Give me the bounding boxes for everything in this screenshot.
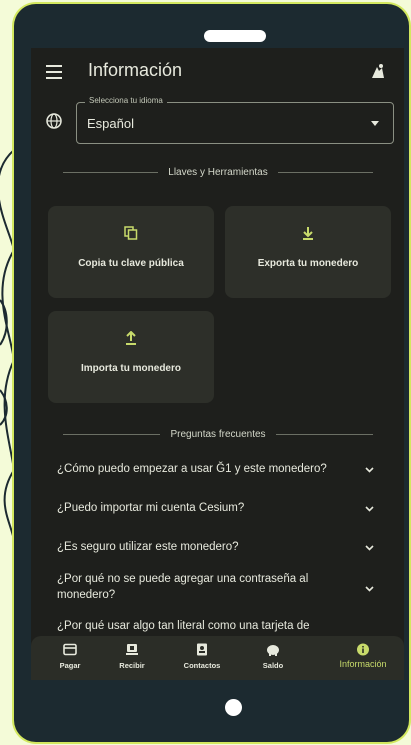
nav-label-contactos: Contactos: [183, 661, 221, 670]
nav-item-contactos[interactable]: Contactos: [169, 640, 235, 676]
chevron-down-icon: [365, 467, 374, 473]
nav-label-saldo: Saldo: [262, 661, 284, 670]
chevron-down-icon: [365, 506, 374, 512]
chevron-down-icon: [365, 586, 374, 592]
globe-icon: [46, 113, 62, 129]
tools-section-title: Llaves y Herramientas: [168, 166, 268, 178]
nav-label-pagar: Pagar: [59, 661, 81, 670]
chevron-down-icon: [365, 545, 374, 551]
faq-question: ¿Por qué no se puede agregar una contras…: [57, 573, 309, 601]
download-icon: [303, 227, 313, 240]
language-select-label: Selecciona tu idioma: [85, 96, 167, 105]
receive-icon: [126, 644, 138, 655]
faq-question: ¿Por qué usar algo tan literal como una …: [57, 620, 310, 632]
faq-question: ¿Cómo puedo empezar a usar Ğ1 y este mon…: [57, 463, 327, 475]
copy-public-key-label: Copia tu clave pública: [78, 258, 184, 269]
piggy-bank-icon: [267, 645, 279, 656]
nav-item-informacion[interactable]: Información: [330, 640, 396, 676]
nav-item-saldo[interactable]: Saldo: [240, 640, 306, 676]
app-screen: Información Selecciona tu idioma Español…: [31, 48, 404, 680]
export-wallet-card[interactable]: Exporta tu monedero: [225, 206, 391, 298]
contacts-icon: [197, 643, 207, 656]
import-wallet-card[interactable]: Importa tu monedero: [48, 311, 214, 403]
nav-label-recibir: Recibir: [119, 661, 145, 670]
nav-item-recibir[interactable]: Recibir: [99, 640, 165, 676]
tools-section-header: Llaves y Herramientas: [63, 165, 374, 179]
dropdown-arrow-icon: [371, 121, 379, 126]
info-icon: [357, 643, 369, 656]
card-icon: [63, 643, 77, 656]
language-select-value: Español: [87, 116, 134, 131]
faq-question: ¿Puedo importar mi cuenta Cesium?: [57, 502, 245, 514]
upload-icon: [126, 331, 136, 345]
page-title: Información: [88, 60, 183, 80]
faq-question: ¿Es seguro utilizar este monedero?: [57, 541, 239, 553]
phone-speaker: [204, 30, 266, 42]
faq-section-header: Preguntas frecuentes: [63, 427, 373, 441]
export-wallet-label: Exporta tu monedero: [257, 258, 359, 269]
app-bar: Información: [31, 48, 404, 98]
language-select[interactable]: Selecciona tu idioma Español: [76, 96, 394, 144]
nav-item-pagar[interactable]: Pagar: [37, 640, 103, 676]
import-wallet-label: Importa tu monedero: [80, 363, 181, 374]
copy-public-key-card[interactable]: Copia tu clave pública: [48, 206, 214, 298]
nav-label-informacion: Información: [339, 659, 387, 669]
bottom-navigation: Pagar Recibir Contactos Saldo Informació…: [31, 636, 404, 680]
faq-section-title: Preguntas frecuentes: [170, 428, 266, 440]
theme-toggle-icon[interactable]: [368, 62, 388, 82]
menu-icon[interactable]: [46, 65, 62, 79]
copy-icon: [124, 226, 138, 240]
phone-home-button[interactable]: [225, 699, 242, 716]
